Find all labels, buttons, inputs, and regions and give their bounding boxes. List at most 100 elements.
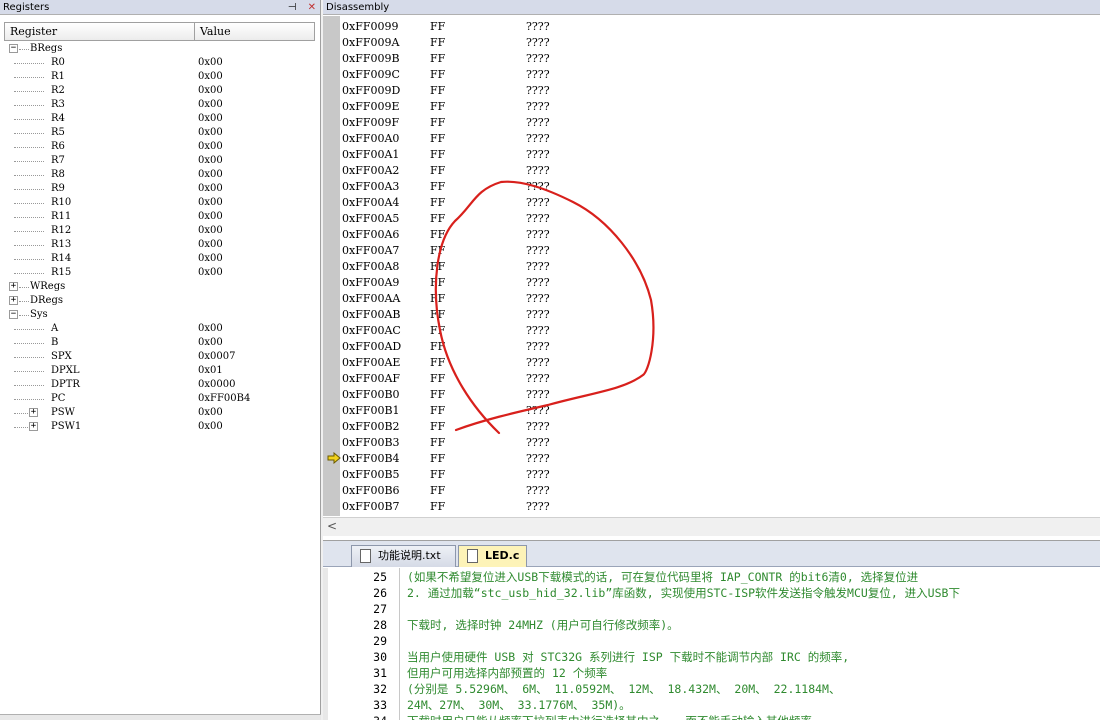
register-value[interactable]: 0x00 — [198, 112, 223, 126]
register-row[interactable]: + WRegs — [0, 280, 318, 294]
register-row[interactable]: R2 0x00 — [0, 84, 318, 98]
register-row[interactable]: B 0x00 — [0, 336, 318, 350]
register-value[interactable]: 0x00 — [198, 224, 223, 238]
register-row[interactable]: R0 0x00 — [0, 56, 318, 70]
registers-pane: Registers ⊣ ✕ Register Value − BRegs R0 0x0… — [0, 0, 321, 720]
column-header-register[interactable]: Register — [5, 23, 195, 40]
register-row[interactable]: R13 0x00 — [0, 238, 318, 252]
register-value[interactable]: 0x01 — [198, 364, 223, 378]
code-line[interactable]: 25 (如果不希望复位进入USB下载模式的话, 可在复位代码里将 IAP_CON… — [323, 569, 1100, 585]
code-line[interactable]: 32 (分别是 5.5296M、 6M、 11.0592M、 12M、 18.43… — [323, 681, 1100, 697]
register-row[interactable]: R6 0x00 — [0, 140, 318, 154]
register-value[interactable]: 0x00 — [198, 322, 223, 336]
line-number: 34 — [367, 713, 387, 720]
close-icon[interactable]: ✕ — [308, 2, 316, 13]
tree-connector — [14, 371, 44, 372]
register-row[interactable]: + DRegs — [0, 294, 318, 308]
register-value[interactable]: 0x00 — [198, 266, 223, 280]
line-number: 29 — [373, 634, 387, 648]
register-row[interactable]: + PSW 0x00 — [0, 406, 318, 420]
tree-connector — [14, 203, 44, 204]
register-row[interactable]: R9 0x00 — [0, 182, 318, 196]
register-value[interactable]: 0x00 — [198, 168, 223, 182]
register-row[interactable]: − BRegs — [0, 42, 318, 56]
register-row[interactable]: PC 0xFF00B4 — [0, 392, 318, 406]
code-text: (分别是 5.5296M、 6M、 11.0592M、 12M、 18.432M… — [407, 682, 841, 696]
register-row[interactable]: SPX 0x0007 — [0, 350, 318, 364]
register-value[interactable]: 0x0000 — [198, 378, 235, 392]
code-line[interactable]: 33 24M、27M、 30M、 33.1776M、 35M)。 — [323, 697, 1100, 713]
register-value[interactable]: 0x00 — [198, 84, 223, 98]
register-value[interactable]: 0x00 — [198, 210, 223, 224]
register-name: R2 — [51, 85, 65, 96]
column-header-value[interactable]: Value — [195, 23, 231, 40]
register-row[interactable]: R12 0x00 — [0, 224, 318, 238]
collapse-icon[interactable]: − — [9, 310, 18, 319]
register-row[interactable]: R10 0x00 — [0, 196, 318, 210]
register-value[interactable]: 0x00 — [198, 336, 223, 350]
tree-connector — [14, 343, 44, 344]
register-row[interactable]: R5 0x00 — [0, 126, 318, 140]
register-value[interactable]: 0x00 — [198, 406, 223, 420]
register-value[interactable]: 0x00 — [198, 154, 223, 168]
tree-connector — [14, 231, 44, 232]
pin-icon[interactable]: ⊣ — [288, 2, 297, 13]
register-row[interactable]: R8 0x00 — [0, 168, 318, 182]
code-line[interactable]: 34 下载时用户只能从频率下拉列表中进行选择其中之一, 而不能手动输入其他频率 — [323, 713, 1100, 720]
register-value[interactable]: 0x00 — [198, 196, 223, 210]
register-name: R15 — [51, 267, 72, 278]
register-row[interactable]: R1 0x00 — [0, 70, 318, 84]
register-row[interactable]: R4 0x00 — [0, 112, 318, 126]
tree-connector — [14, 189, 44, 190]
tree-connector — [14, 119, 44, 120]
tree-connector — [14, 77, 44, 78]
code-line[interactable]: 28 下载时, 选择时钟 24MHZ (用户可自行修改频率)。 — [323, 617, 1100, 633]
register-value[interactable]: 0x00 — [198, 98, 223, 112]
register-name: R11 — [51, 211, 72, 222]
register-row[interactable]: A 0x00 — [0, 322, 318, 336]
registers-title: Registers — [3, 2, 50, 13]
register-name: R6 — [51, 141, 65, 152]
register-name: PC — [51, 393, 66, 404]
register-row[interactable]: R3 0x00 — [0, 98, 318, 112]
expand-icon[interactable]: + — [29, 408, 38, 417]
register-row[interactable]: − Sys — [0, 308, 318, 322]
register-value[interactable]: 0x00 — [198, 420, 223, 434]
register-row[interactable]: R14 0x00 — [0, 252, 318, 266]
register-row[interactable]: DPXL 0x01 — [0, 364, 318, 378]
tree-connector — [14, 399, 44, 400]
tree-connector — [14, 133, 44, 134]
expand-icon[interactable]: + — [9, 282, 18, 291]
code-line[interactable]: 31 但用户可用选择内部预置的 12 个频率 — [323, 665, 1100, 681]
register-row[interactable]: R11 0x00 — [0, 210, 318, 224]
code-line[interactable]: 29 — [323, 633, 1100, 649]
register-row[interactable]: DPTR 0x0000 — [0, 378, 318, 392]
code-line[interactable]: 30 当用户使用硬件 USB 对 STC32G 系列进行 ISP 下载时不能调节内… — [323, 649, 1100, 665]
code-line[interactable]: 27 — [323, 601, 1100, 617]
registers-header: Register Value — [4, 22, 315, 41]
register-value[interactable]: 0x00 — [198, 126, 223, 140]
register-value[interactable]: 0x0007 — [198, 350, 235, 364]
tree-connector — [14, 147, 44, 148]
register-value[interactable]: 0x00 — [198, 252, 223, 266]
register-name: DPXL — [51, 365, 80, 376]
code-text-area[interactable]: 25 (如果不希望复位进入USB下载模式的话, 可在复位代码里将 IAP_CON… — [323, 569, 1100, 720]
code-line[interactable]: 26 2. 通过加载“stc_usb_hid_32.lib”库函数, 实现使用ST… — [323, 585, 1100, 601]
register-name: A — [51, 323, 59, 334]
expand-icon[interactable]: + — [29, 422, 38, 431]
register-value[interactable]: 0x00 — [198, 56, 223, 70]
register-row[interactable]: + PSW1 0x00 — [0, 420, 318, 434]
register-value[interactable]: 0x00 — [198, 238, 223, 252]
tab-led-c[interactable]: LED.c — [458, 545, 527, 567]
register-row[interactable]: R15 0x00 — [0, 266, 318, 280]
register-value[interactable]: 0xFF00B4 — [198, 392, 250, 406]
expand-icon[interactable]: + — [9, 296, 18, 305]
register-value[interactable]: 0x00 — [198, 70, 223, 84]
collapse-icon[interactable]: − — [9, 44, 18, 53]
tree-connector — [14, 105, 44, 106]
tab-readme-txt[interactable]: 功能说明.txt — [351, 545, 456, 567]
register-value[interactable]: 0x00 — [198, 182, 223, 196]
register-row[interactable]: R7 0x00 — [0, 154, 318, 168]
line-number: 32 — [373, 682, 387, 696]
register-value[interactable]: 0x00 — [198, 140, 223, 154]
